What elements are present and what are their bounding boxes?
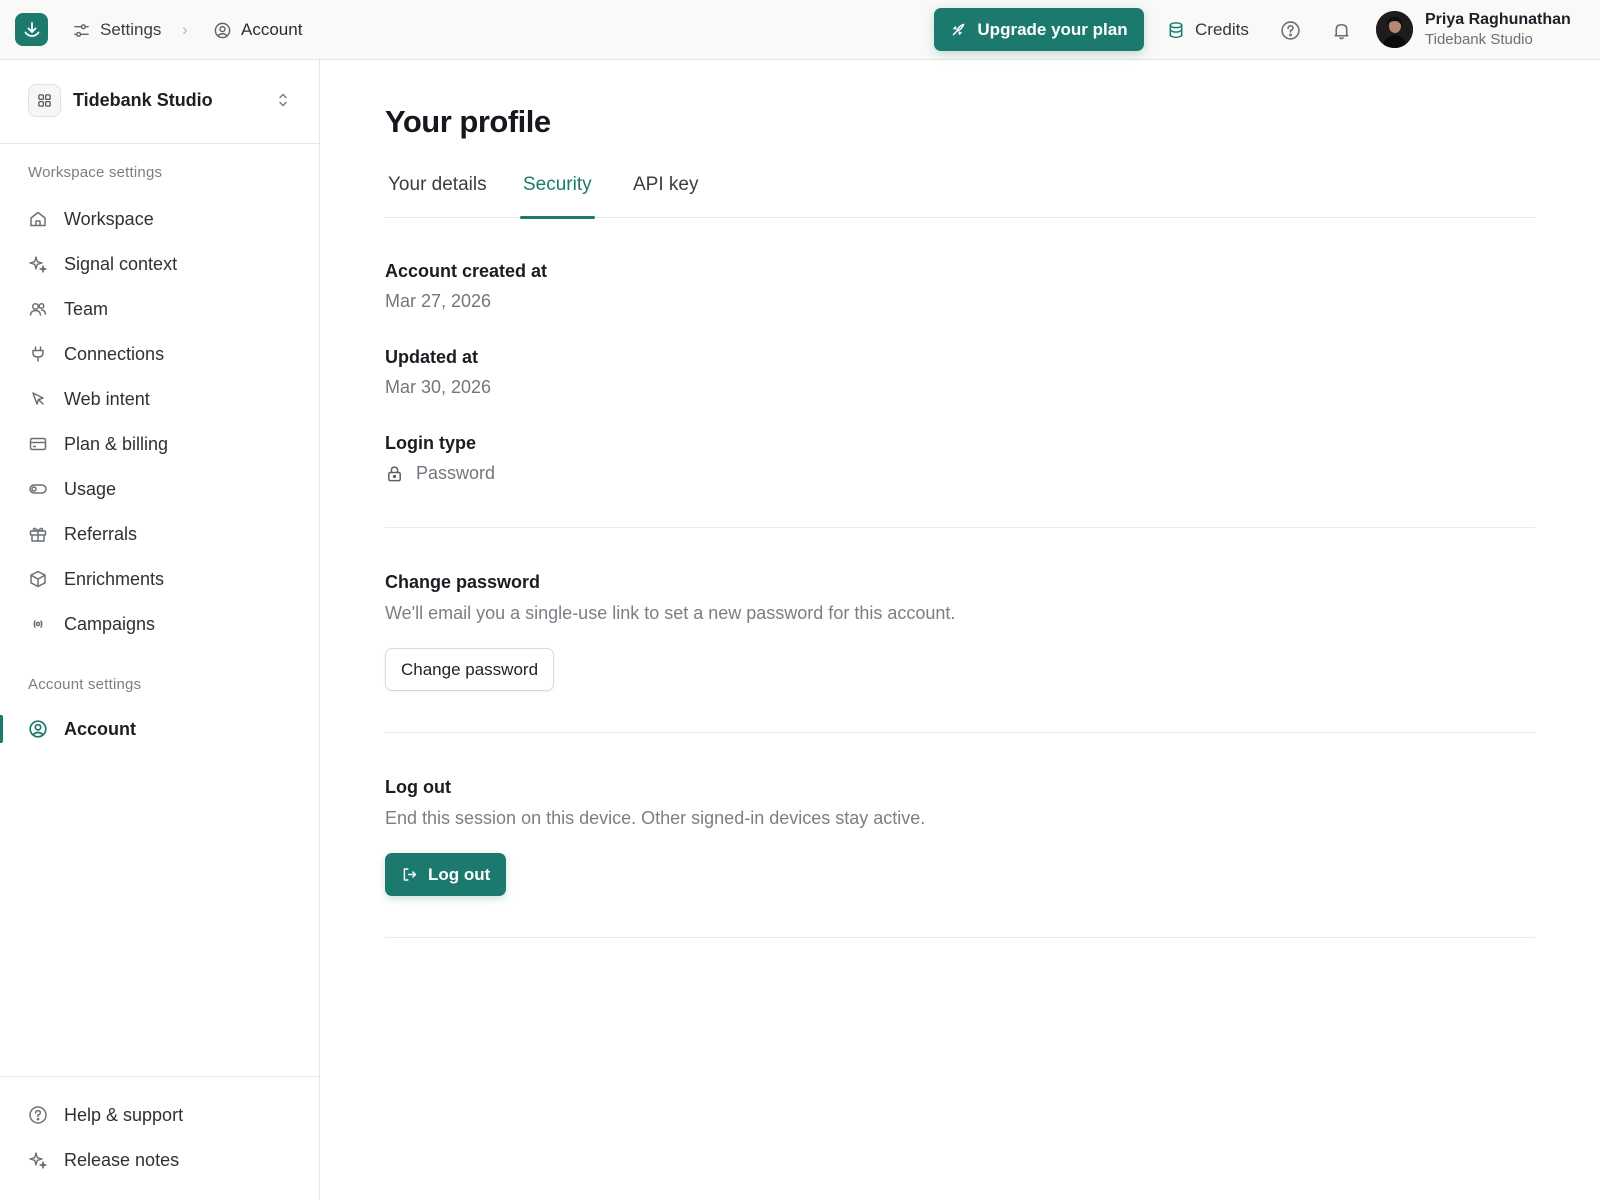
main-content: Your profile Your details Security API k…	[320, 60, 1600, 1200]
sidebar-item-label: Workspace	[64, 208, 154, 229]
sidebar-item-label: Usage	[64, 478, 117, 499]
sidebar-footer: Help & support Release notes	[0, 1076, 319, 1200]
sidebar-item-label: Connections	[64, 343, 165, 364]
breadcrumb-account-label: Account	[241, 20, 303, 39]
sidebar-item-release-notes[interactable]: Release notes	[0, 1140, 319, 1180]
sidebar-item-label: Enrichments	[64, 568, 165, 589]
upgrade-plan-button[interactable]: Upgrade your plan	[934, 8, 1144, 51]
account-created-value: Mar 27, 2026	[385, 291, 492, 311]
breadcrumb-settings-label: Settings	[100, 20, 162, 39]
divider	[385, 732, 1535, 733]
sidebar-item-help-support[interactable]: Help & support	[0, 1095, 319, 1135]
login-type-label: Login type	[385, 433, 476, 453]
cursor-icon	[28, 389, 48, 409]
tab-your-details[interactable]: Your details	[388, 174, 487, 218]
app-logo-icon[interactable]	[15, 13, 48, 46]
change-password-button[interactable]: Change password	[385, 648, 555, 691]
toggle-icon	[28, 479, 48, 499]
login-type-value: Password	[385, 463, 495, 484]
log-out-label: Log out	[428, 864, 491, 884]
workspace-name: Tidebank Studio	[73, 90, 213, 110]
upgrade-plan-label: Upgrade your plan	[977, 19, 1128, 39]
lock-icon	[385, 464, 404, 483]
sidebar-item-web-intent[interactable]: Web intent	[0, 379, 319, 419]
help-circle-icon	[28, 1105, 48, 1125]
sliders-icon	[72, 21, 91, 40]
avatar[interactable]	[1376, 11, 1413, 48]
page-title: Your profile	[385, 104, 551, 139]
help-circle-icon[interactable]	[1280, 20, 1301, 41]
sidebar-item-signal-context[interactable]: Signal context	[0, 244, 319, 284]
change-password-description: We'll email you a single-use link to set…	[385, 603, 956, 623]
rocket-icon	[950, 21, 967, 38]
sidebar-item-enrichments[interactable]: Enrichments	[0, 559, 319, 599]
sparkle-icon	[28, 1150, 48, 1170]
updated-value: Mar 30, 2026	[385, 377, 492, 397]
sidebar-item-campaigns[interactable]: Campaigns	[0, 604, 319, 644]
breadcrumb-settings[interactable]: Settings	[72, 0, 161, 60]
sidebar-item-label: Plan & billing	[64, 433, 169, 454]
sidebar-item-label: Account	[64, 718, 136, 739]
sidebar-item-account[interactable]: Account	[0, 709, 319, 749]
workspace-settings-heading: Workspace settings	[28, 164, 163, 181]
sidebar-item-usage[interactable]: Usage	[0, 469, 319, 509]
tab-security[interactable]: Security	[520, 174, 595, 219]
log-out-button[interactable]: Log out	[385, 853, 507, 896]
divider	[385, 937, 1535, 938]
sidebar-item-label: Signal context	[64, 253, 178, 274]
sidebar-item-label: Release notes	[64, 1149, 180, 1170]
credit-card-icon	[28, 434, 48, 454]
breadcrumb-account[interactable]: Account	[213, 0, 302, 60]
divider	[385, 527, 1535, 528]
database-icon	[1167, 21, 1185, 40]
sidebar-item-label: Team	[64, 298, 109, 319]
sidebar-item-connections[interactable]: Connections	[0, 334, 319, 374]
sidebar-item-team[interactable]: Team	[0, 289, 319, 329]
users-icon	[28, 299, 48, 319]
user-name[interactable]: Priya Raghunathan	[1425, 11, 1571, 29]
sidebar-item-label: Referrals	[64, 523, 138, 544]
bell-icon[interactable]	[1331, 20, 1352, 41]
breadcrumb-separator: ›	[182, 20, 188, 39]
home-icon	[28, 209, 48, 229]
plug-icon	[28, 344, 48, 364]
user-org: Tidebank Studio	[1425, 31, 1533, 48]
log-out-heading: Log out	[385, 777, 451, 797]
chevron-up-down-icon	[276, 91, 290, 109]
cube-icon	[28, 569, 48, 589]
account-settings-heading: Account settings	[28, 676, 142, 693]
sidebar-item-label: Help & support	[64, 1104, 184, 1125]
grid-icon	[28, 84, 61, 117]
tab-api-key[interactable]: API key	[633, 174, 698, 218]
gift-icon	[28, 524, 48, 544]
profile-tabs: Your details Security API key	[385, 160, 1535, 219]
credits-label: Credits	[1195, 20, 1249, 39]
workspace-switcher[interactable]: Tidebank Studio	[0, 60, 319, 144]
credits-button[interactable]: Credits	[1167, 0, 1249, 60]
broadcast-icon	[28, 614, 48, 634]
account-created-label: Account created at	[385, 261, 548, 281]
sidebar-item-referrals[interactable]: Referrals	[0, 514, 319, 554]
sidebar-item-workspace[interactable]: Workspace	[0, 199, 319, 239]
log-out-description: End this session on this device. Other s…	[385, 808, 926, 828]
logout-icon	[401, 866, 418, 883]
top-bar: Settings › Account Upgrade your plan Cre…	[0, 0, 1600, 60]
change-password-heading: Change password	[385, 572, 541, 592]
updated-label: Updated at	[385, 347, 479, 367]
user-circle-icon	[213, 21, 232, 40]
sparkle-icon	[28, 254, 48, 274]
sidebar-item-label: Web intent	[64, 388, 150, 409]
sidebar-item-plan-billing[interactable]: Plan & billing	[0, 424, 319, 464]
login-type-text: Password	[416, 463, 496, 483]
sidebar: Tidebank Studio Workspace settings Works…	[0, 60, 320, 1200]
user-circle-icon	[28, 719, 48, 739]
sidebar-item-label: Campaigns	[64, 613, 156, 634]
